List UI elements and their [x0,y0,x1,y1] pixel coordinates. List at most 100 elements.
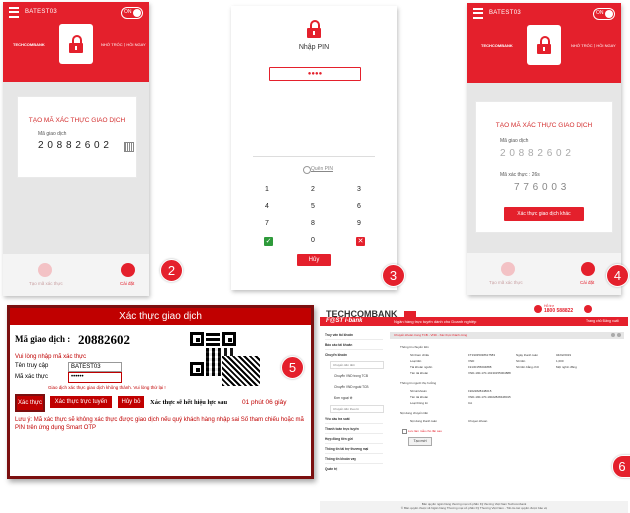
lock-badge [527,25,561,65]
nav-title: Ngân hàng trực tuyến dành cho Doanh nghi… [394,319,477,324]
key-9[interactable]: 9 [349,220,369,227]
sidebar-item-7[interactable]: Chuyển tiền theo lô [330,405,384,413]
row-value: VND [468,359,475,363]
save-template-checkbox[interactable] [402,429,407,434]
auth-code: 7 7 6 0 0 3 [514,182,567,193]
row-value: FT19035038617583 [468,353,496,357]
footer-line-2: © Bản quyền thuộc về Ngân hàng Thương mạ… [400,506,548,510]
code-label: Mã giao dịch [38,131,67,137]
key-6[interactable]: 6 [349,203,369,210]
qr-scan-icon[interactable] [124,142,134,152]
qr-code-image-large [222,356,260,386]
sidebar-item-10[interactable]: Hợp đồng tiền gửi [325,437,353,441]
row-label: Số tiền [516,359,526,363]
pin-title: Nhập PIN [298,44,330,51]
pin-input[interactable]: ●●●● [269,67,361,81]
online-toggle[interactable]: ON [121,7,143,19]
delete-x-icon[interactable]: ✕ [356,237,365,246]
sidebar-item-2[interactable]: Chuyển khoản [325,353,347,357]
online-toggle[interactable]: ON [593,8,615,20]
expire-text: Xác thực sẽ hết hiệu lực sau [150,399,228,406]
phone-screen-pin: Nhập PIN ●●●● Quên PIN 1 2 3 4 5 6 7 8 9… [231,6,397,290]
sidebar-item-12[interactable]: Thông tin khoản vay [325,457,356,461]
code-label: Mã giao dịch [500,138,529,144]
note-text: Lưu ý: Mã xác thực sẽ không xác thực đượ… [15,417,304,431]
nav-settings[interactable]: Cài đặt [580,280,594,285]
sidebar-item-9[interactable]: Thanh toán trực tuyến [325,427,359,431]
save-template-label: Lưu làm mẫu cho lần sau [408,429,442,433]
auth-code-label: Mã xác thực [15,374,49,380]
username-label: Tên truy cập [15,363,49,369]
key-3[interactable]: 3 [349,186,369,193]
gear-icon[interactable] [121,263,135,277]
other-transaction-button[interactable]: Xác thực giao dịch khác [504,207,584,221]
phone-screen-setup: BATEST03 ON TECHCOMBANK NHỚ TRÓC ⟩ HỒI N… [3,2,149,296]
brand-name: TECHCOMBANK [13,42,45,47]
minimize-icon[interactable] [611,333,615,337]
menu-icon[interactable] [473,7,483,19]
online-auth-button[interactable]: Xác thực trực tuyến [50,396,112,408]
header-links[interactable]: Trang chủ Đăng xuất [586,319,619,323]
sidebar-item-6[interactable]: Đơn ngoại tệ [334,396,352,400]
section-content: Nội dung chuyển tiền [400,411,429,415]
sidebar-item-3[interactable]: Chuyển tiền đơn [330,361,384,369]
sidebar-item-8[interactable]: Yêu cầu tra soát [325,417,350,421]
code-label: Mã giao dịch : [15,334,71,344]
transaction-code: 2 0 8 8 2 6 0 2 [500,148,572,159]
row-label: Nội dung thanh toán [410,419,438,423]
cancel-button[interactable]: Hủy [297,254,331,266]
cancel-button[interactable]: Hủy bỏ [118,396,144,408]
nav-create-code[interactable]: Tạo mã xác thực [489,280,523,285]
key-1[interactable]: 1 [257,186,277,193]
key-4[interactable]: 4 [257,203,277,210]
nav-settings[interactable]: Cài đặt [120,281,134,286]
fingerprint-icon[interactable] [303,166,311,174]
row-label: Ngày thanh toán [516,353,539,357]
row-label: Loại thông tin [410,401,429,405]
confirm-button[interactable]: Xác thực [15,394,45,412]
sidebar-item-0[interactable]: Truy vấn tài khoản [325,333,353,337]
step-badge-5: 5 [281,356,304,379]
forgot-pin-link[interactable]: Quên PIN [311,166,333,172]
new-button[interactable]: Tạo mới [408,437,432,446]
sidebar-item-1[interactable]: Báo cáo tài khoản [325,343,352,347]
key-2[interactable]: 2 [303,186,323,193]
row-value: 19130155004888 [468,365,492,369]
nav-create-code[interactable]: Tạo mã xác thực [29,281,63,286]
card-title: TẠO MÃ XÁC THỰC GIAO DỊCH [495,122,593,129]
close-icon[interactable] [617,333,621,337]
bottom-nav: Tạo mã xác thực Cài đặt [467,253,621,295]
key-7[interactable]: 7 [257,220,277,227]
web-result-page: TECHCOMBANK Hỗ trợ 1800 588822 F@ST i-ba… [320,301,628,513]
row-label: Tên tài khoản [410,371,429,375]
sidebar-item-13[interactable]: Quản trị [325,467,337,471]
expire-time: 01 phút 06 giây [242,399,287,406]
row-label: Tài khoản nguồn [410,365,433,369]
bottom-nav: Tạo mã xác thực Cài đặt [3,254,149,296]
section-beneficiary: Thông tin người thụ hưởng [400,381,437,385]
username-field[interactable]: BATEST03 [68,362,122,372]
row-value: VND-190-170-19130155004888 [468,371,511,375]
sidebar-item-5[interactable]: Chuyển VND ngoài TCB [334,385,369,389]
brand-tagline: NHỚ TRÓC ⟩ HỒI NGAY [571,43,616,48]
lock-icon[interactable] [501,262,515,276]
auth-code-field[interactable]: •••••• [68,372,122,383]
row-value: 19022828448015 [468,389,492,393]
key-8[interactable]: 8 [303,220,323,227]
confirm-check-icon[interactable]: ✓ [264,237,273,246]
row-value: Một nghìn đồng [556,365,577,369]
lock-icon[interactable] [38,263,52,277]
key-0[interactable]: 0 [303,237,323,244]
step-badge-3: 3 [382,264,405,287]
sidebar-item-4[interactable]: Chuyển VND trong TCB [334,374,368,378]
gear-icon[interactable] [581,262,595,276]
hotline-icon [534,305,542,313]
sidebar-item-11[interactable]: Thông tin tài trợ thương mại [325,447,368,451]
otp-card: TẠO MÃ XÁC THỰC GIAO DỊCH Mã giao dịch 2… [17,96,137,178]
hotline-number: 1800 588822 [544,308,574,314]
key-5[interactable]: 5 [303,203,323,210]
row-label: Tên tài khoản [410,395,429,399]
section-transfer-info: Thông tin chuyển tiền [400,345,429,349]
menu-icon[interactable] [9,6,19,18]
content-title: Chuyển khoản trong TCB - VND - Xác thực … [394,333,468,337]
